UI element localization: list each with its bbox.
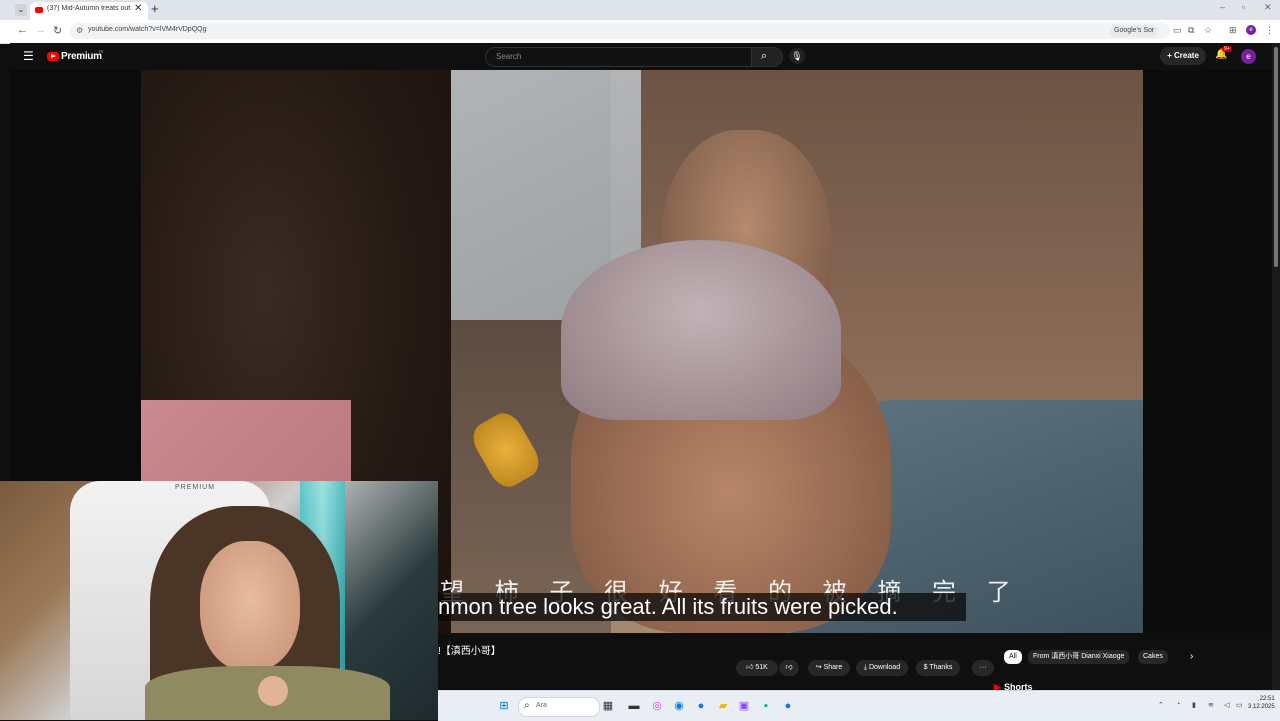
edge-browser-icon[interactable]: ◉	[671, 698, 687, 714]
scrollbar-thumb[interactable]	[1274, 47, 1278, 267]
clock-time: 22:51	[1259, 696, 1275, 702]
maximize-button[interactable]: ▫	[1242, 2, 1245, 12]
webcam-person-hand	[258, 676, 288, 706]
play-triangle-icon	[51, 54, 56, 58]
like-count: 51K	[755, 664, 768, 671]
back-arrow-icon[interactable]: ←	[17, 24, 28, 36]
search-button[interactable]: ⌕	[751, 47, 783, 67]
webcam-person-face	[200, 541, 300, 671]
chip-cakes[interactable]: Cakes	[1138, 650, 1168, 664]
url-text: youtube.com/watch?v=lVM4rVDpQQg	[88, 26, 207, 33]
battery-icon[interactable]: ▭	[1236, 701, 1243, 709]
create-button[interactable]: + Create	[1160, 47, 1206, 65]
task-view-icon[interactable]: ▬	[626, 698, 642, 714]
translate-icon[interactable]: ⧉	[1188, 25, 1194, 36]
browser-menu-icon[interactable]: ⋮	[1265, 25, 1274, 36]
taskbar-search-icon: ⌕	[524, 700, 530, 711]
translate-chip[interactable]: Google's Sor	[1110, 25, 1159, 37]
tray-chevron-icon[interactable]: ⌃	[1158, 701, 1164, 709]
webcam-overlay: PREMIUM	[0, 481, 438, 720]
tab-title: (37) Mid-Autumn treats out...	[47, 5, 131, 12]
twitch-icon[interactable]: ▣	[736, 698, 752, 714]
taskbar-search[interactable]: ⌕ Ara	[518, 697, 600, 717]
logo-country-code: TR	[98, 49, 104, 54]
more-actions-button[interactable]: ···	[972, 660, 994, 676]
download-button[interactable]: ⤓ Download	[856, 660, 908, 676]
search-placeholder: Search	[496, 52, 522, 61]
video-scene-knit-hat	[561, 240, 841, 420]
windows-taskbar: ⊞ ⌕ Ara ▦ ▬ ◎ ◉ ● ▰ ▣ ▪ ● ⌃ ◔ ▮ ≋ ◁ ▭ 22…	[438, 690, 1280, 721]
wifi-icon[interactable]: ≋	[1208, 701, 1214, 709]
dislike-button[interactable]: 👎︎	[779, 660, 799, 676]
taskbar-clock[interactable]: 22:51 3.12.2025	[1248, 695, 1275, 711]
bookmark-star-icon[interactable]: ☆	[1204, 25, 1212, 36]
menu-icon[interactable]: ☰	[23, 49, 34, 63]
chrome-icon[interactable]: ●	[693, 698, 709, 714]
chips-next-chevron-icon[interactable]: ›	[1190, 651, 1193, 662]
browser-tab-active[interactable]: (37) Mid-Autumn treats out... ✕	[30, 2, 148, 20]
youtube-logo-text[interactable]: Premium	[61, 51, 102, 62]
reload-icon[interactable]: ↻	[53, 24, 62, 37]
youtube-favicon-icon	[35, 7, 43, 13]
cast-icon[interactable]: ▭	[1173, 25, 1182, 36]
video-scene-corn	[466, 407, 546, 493]
microphone-icon[interactable]: 🎙	[789, 48, 805, 64]
new-tab-button[interactable]: +	[151, 1, 159, 16]
share-icon: ↪	[815, 664, 824, 671]
like-button[interactable]: 👍︎ 51K	[736, 660, 778, 676]
youtube-header: ☰ Premium TR Search ⌕ 🎙 + Create 🔔 9+ e	[10, 43, 1272, 70]
chip-all[interactable]: All	[1004, 650, 1022, 664]
chip-from-channel[interactable]: From 滇西小哥 Dianxi Xiaoge	[1028, 650, 1130, 664]
tray-mic-icon[interactable]: ▮	[1192, 701, 1196, 709]
video-info-area: !【滇西小哥】 👍︎ 51K 👎︎ ↪ Share ⤓ Download $ T…	[438, 633, 1272, 692]
app-icon-2[interactable]: ▪	[758, 698, 774, 714]
notification-badge: 9+	[1222, 46, 1232, 52]
clock-date: 3.12.2025	[1248, 704, 1275, 710]
tray-app-icon[interactable]: ◔	[1176, 701, 1180, 708]
site-info-icon[interactable]: ⚙	[76, 26, 83, 35]
windows-start-icon[interactable]: ⊞	[496, 698, 512, 714]
download-label: Download	[868, 664, 901, 671]
close-window-button[interactable]: ✕	[1264, 2, 1272, 13]
thumbs-down-icon: 👎︎	[785, 664, 793, 671]
thanks-button[interactable]: $ Thanks	[916, 660, 960, 676]
search-input[interactable]: Search	[485, 47, 752, 67]
share-button[interactable]: ↪ Share	[808, 660, 850, 676]
thanks-label: Thanks	[929, 664, 953, 671]
taskbar-search-text: Ara	[536, 702, 547, 709]
forward-arrow-icon[interactable]: →	[35, 24, 46, 36]
share-label: Share	[823, 664, 843, 671]
tab-close-icon[interactable]: ✕	[134, 3, 142, 14]
file-explorer-icon[interactable]: ▰	[715, 698, 731, 714]
video-title: !【滇西小哥】	[438, 646, 501, 657]
chrome-profile-icon[interactable]: ●	[780, 698, 796, 714]
minimize-button[interactable]: –	[1220, 2, 1225, 12]
chair-brand-text: PREMIUM	[175, 484, 216, 491]
extensions-icon[interactable]: ⊞	[1229, 25, 1237, 36]
app-icon-1[interactable]: ◎	[649, 698, 665, 714]
widgets-icon[interactable]: ▦	[600, 698, 616, 714]
address-bar[interactable]: ⚙ youtube.com/watch?v=lVM4rVDpQQg Google…	[70, 23, 1170, 39]
browser-toolbar: ← → ↻ ⚙ youtube.com/watch?v=lVM4rVDpQQg …	[0, 20, 1280, 44]
browser-profile-avatar[interactable]: e	[1246, 25, 1256, 35]
thumbs-up-icon: 👍︎	[746, 664, 756, 671]
speaker-icon[interactable]: ◁	[1224, 701, 1229, 709]
account-avatar[interactable]: e	[1241, 49, 1256, 64]
browser-tab-strip: ⌄ (37) Mid-Autumn treats out... ✕ + – ▫ …	[0, 0, 1280, 20]
create-label: Create	[1174, 51, 1199, 60]
caption-english: nmon tree looks great. All its fruits we…	[438, 594, 898, 619]
tab-search-button[interactable]: ⌄	[15, 4, 27, 16]
plus-icon: +	[1167, 51, 1174, 60]
search-icon: ⌕	[761, 50, 768, 62]
page-scrollbar[interactable]	[1272, 43, 1280, 690]
